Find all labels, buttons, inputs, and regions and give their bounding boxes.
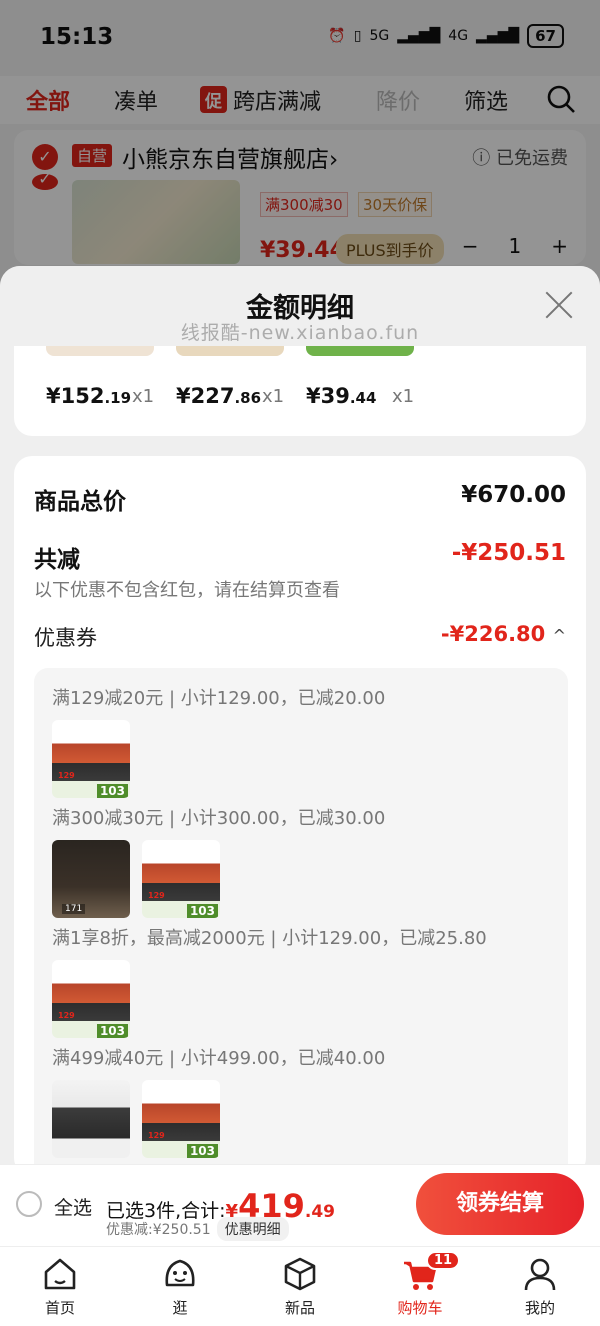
nav-new[interactable]: 新品 — [260, 1255, 340, 1318]
item-price-dec: .44 — [349, 389, 377, 407]
coupon-amount: -¥226.80 — [440, 622, 546, 646]
dim-overlay[interactable] — [0, 0, 600, 300]
subtotal-label: 商品总价 — [34, 489, 126, 515]
nav-browse[interactable]: 逛 — [140, 1255, 220, 1318]
discount-note: 以下优惠不包含红包，请在结算页查看 — [34, 580, 340, 601]
item-price-int: ¥39 — [306, 384, 350, 408]
product-thumbnail: 171 — [52, 840, 130, 918]
subtotal-value: ¥670.00 — [461, 482, 566, 508]
nav-browse-label: 逛 — [172, 1299, 188, 1317]
thumb-price: 103 — [186, 1144, 218, 1158]
thumb-price: 129 — [58, 1011, 75, 1020]
item-price: ¥227.86 — [176, 384, 261, 408]
discount-text: 优惠减:¥250.51 — [106, 1222, 211, 1238]
box-icon — [284, 1257, 316, 1291]
discount-detail-button[interactable]: 优惠明细 — [216, 1217, 289, 1241]
cart-count-badge: 11 — [426, 1251, 461, 1270]
product-thumbnail: 129 103 — [142, 840, 220, 918]
nav-cart-label: 购物车 — [397, 1299, 443, 1317]
thumb-price: 129 — [148, 1131, 165, 1140]
thumb-price: 103 — [96, 1024, 128, 1038]
discount-line: 优惠减:¥250.51 优惠明细 — [106, 1217, 289, 1241]
coupon-rule: 满1享8折，最高减2000元 | 小计129.00，已减25.80 — [52, 928, 487, 949]
item-thumbnail — [176, 346, 284, 356]
select-all-radio[interactable] — [16, 1191, 42, 1217]
product-thumbnail — [52, 1080, 130, 1158]
chevron-up-icon: ^ — [552, 626, 566, 645]
checkout-button[interactable]: 领券结算 — [416, 1173, 584, 1235]
item-price-int: ¥227 — [176, 384, 235, 408]
coupon-rule: 满499减40元 | 小计499.00，已减40.00 — [52, 1048, 386, 1069]
thumb-price: 171 — [62, 904, 86, 914]
nav-cart[interactable]: 11 购物车 — [380, 1251, 461, 1318]
bottom-nav: 首页 逛 新品 11 购物车 我的 — [0, 1246, 600, 1326]
thumb-price: 129 — [58, 771, 75, 780]
amount-details-modal: ¥152.19 x1 ¥227.86 x1 ¥39.44 x1 金额明细 线报酷… — [0, 266, 600, 1166]
thumb-price: 103 — [96, 784, 128, 798]
coupon-details: 满129减20元 | 小计129.00，已减20.00 129 103 满300减… — [34, 668, 568, 1166]
thumb-price: 129 — [148, 891, 165, 900]
coupon-label[interactable]: 优惠券 — [34, 622, 97, 652]
item-price-dec: .19 — [104, 389, 132, 407]
item-price-dec: .86 — [234, 389, 262, 407]
close-icon[interactable] — [544, 290, 574, 320]
total-decimal: .49 — [304, 1202, 335, 1222]
product-thumbnail: 129 103 — [142, 1080, 220, 1158]
items-summary-card: ¥152.19 x1 ¥227.86 x1 ¥39.44 x1 — [14, 346, 586, 436]
item-qty: x1 — [132, 386, 155, 407]
browse-icon — [165, 1259, 195, 1287]
item-thumbnail — [46, 346, 154, 356]
nav-home-label: 首页 — [44, 1299, 75, 1317]
cart-page-background: 15:13 ⏰ ▯ 5G ▂▄▆█ 4G ▂▄▆█ 67 全部 凑单 促跨店满减… — [0, 0, 600, 300]
discount-label: 共减 — [34, 547, 80, 573]
home-icon — [44, 1258, 76, 1290]
item-qty: x1 — [392, 386, 415, 407]
nav-new-label: 新品 — [284, 1299, 315, 1317]
watermark-text: 线报酷-new.xianbao.fun — [180, 322, 420, 344]
nav-profile[interactable]: 我的 — [500, 1255, 580, 1318]
price-breakdown-card: 商品总价 ¥670.00 共减 -¥250.51 以下优惠不包含红包，请在结算页… — [14, 456, 586, 1166]
item-price: ¥152.19 — [46, 384, 131, 408]
product-thumbnail: 129 103 — [52, 720, 130, 798]
coupon-rule: 满300减30元 | 小计300.00，已减30.00 — [52, 808, 386, 829]
modal-header: 金额明细 线报酷-new.xianbao.fun — [0, 266, 600, 346]
product-thumbnail: 129 103 — [52, 960, 130, 1038]
item-price-int: ¥152 — [46, 384, 105, 408]
coupon-rule: 满129减20元 | 小计129.00，已减20.00 — [52, 688, 386, 709]
item-qty: x1 — [262, 386, 285, 407]
item-thumbnail — [306, 346, 414, 356]
nav-profile-label: 我的 — [524, 1299, 555, 1317]
thumb-price: 103 — [186, 904, 218, 918]
coupon-value[interactable]: -¥226.80 ^ — [441, 622, 566, 646]
discount-value: -¥250.51 — [451, 540, 566, 566]
item-price: ¥39.44 — [306, 384, 376, 408]
nav-home[interactable]: 首页 — [20, 1255, 100, 1318]
select-all-label[interactable]: 全选 — [54, 1193, 92, 1220]
checkout-bar: 全选 已选3件,合计:¥419.49 优惠减:¥250.51 优惠明细 领券结算 — [0, 1164, 600, 1246]
profile-icon — [524, 1258, 556, 1291]
